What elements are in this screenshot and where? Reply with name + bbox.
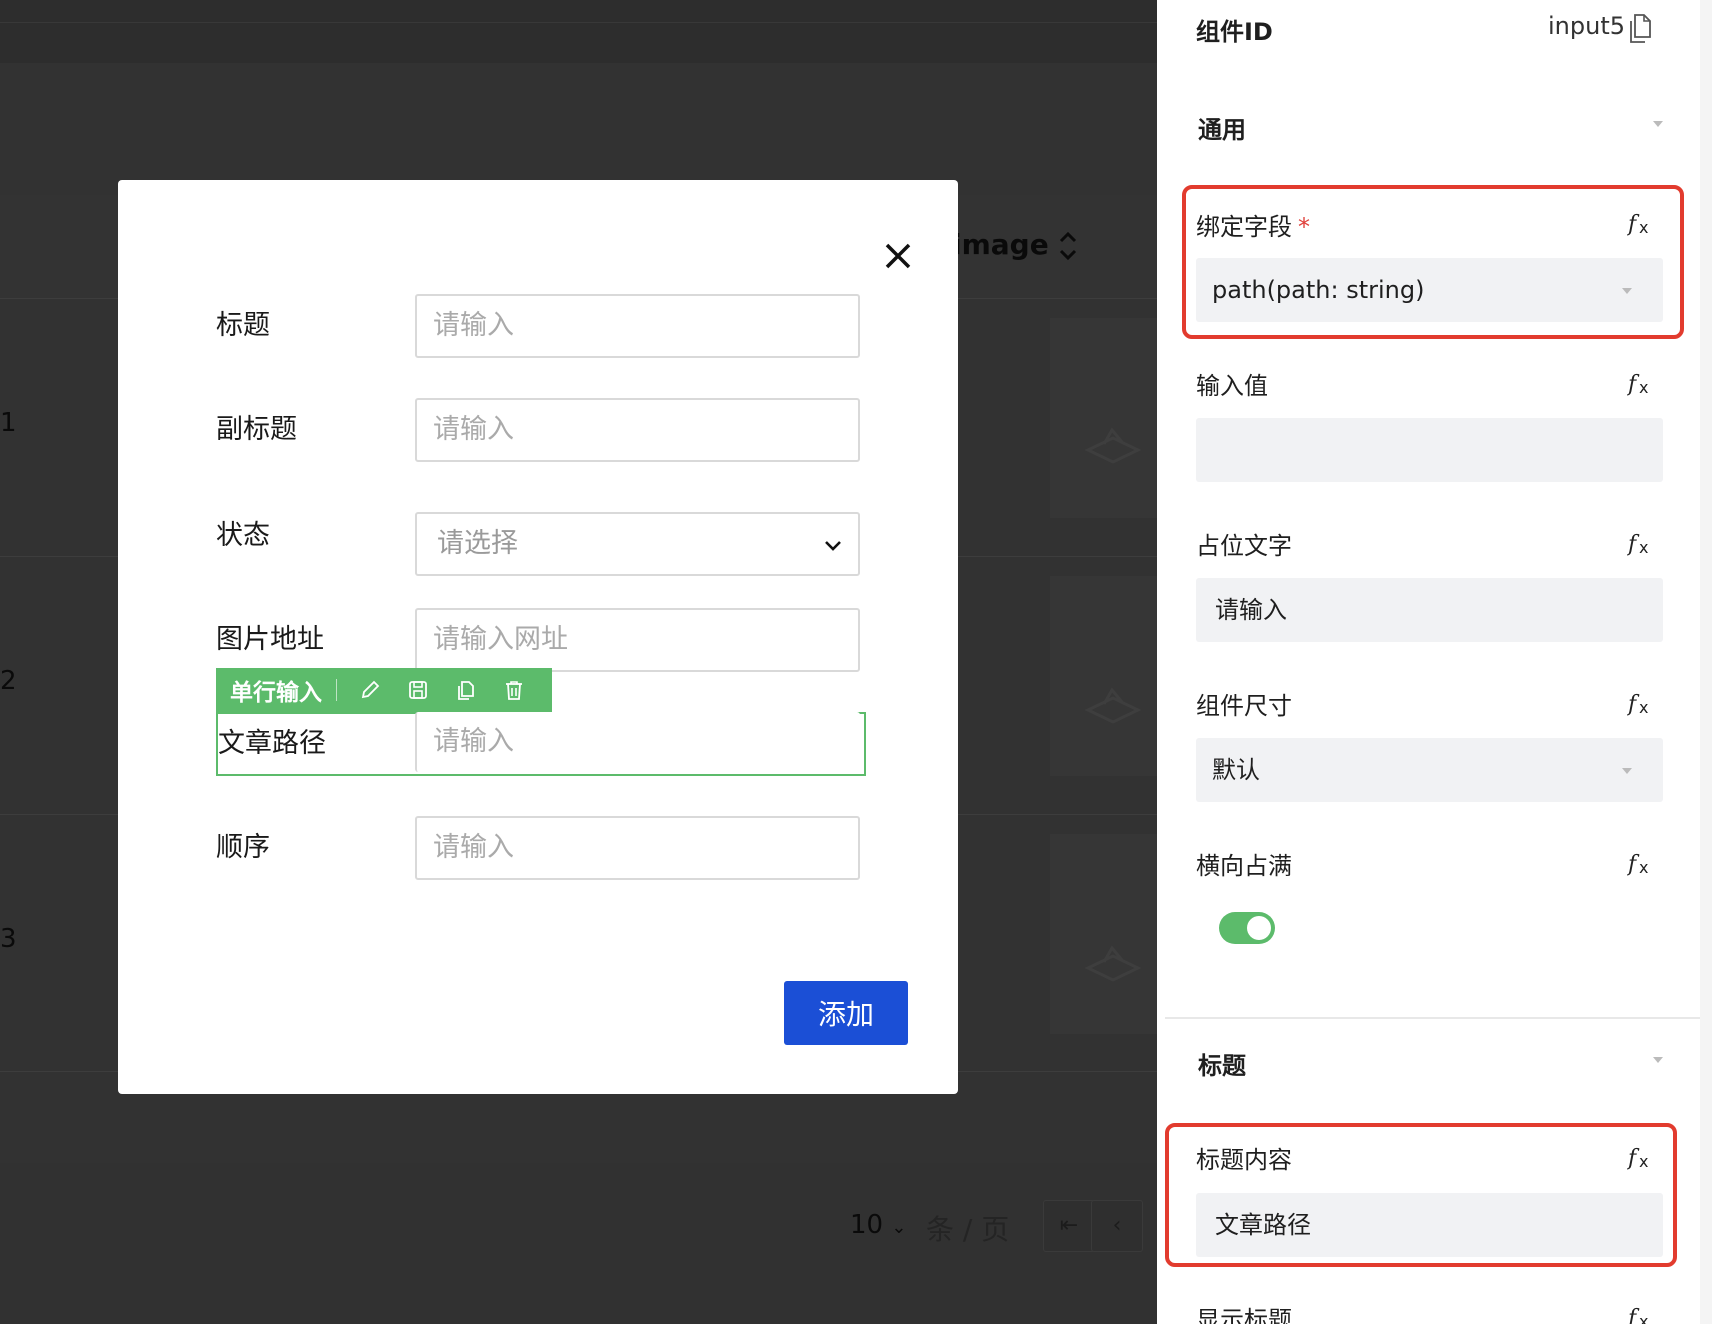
- component-size-select[interactable]: 默认: [1196, 738, 1663, 802]
- form-item-subtitle: 副标题 请输入: [216, 398, 866, 462]
- image-thumbnail: [1050, 318, 1157, 518]
- section-title-title[interactable]: 标题: [1198, 1046, 1246, 1081]
- article-path-input[interactable]: 请输入: [415, 712, 860, 772]
- input-value-label: 输入值: [1196, 372, 1268, 400]
- component-size-value: 默认: [1212, 756, 1260, 784]
- status-select[interactable]: 请选择: [415, 512, 860, 576]
- image-url-input[interactable]: 请输入网址: [415, 608, 860, 672]
- sort-icon[interactable]: [1056, 228, 1080, 264]
- status-select-placeholder: 请选择: [437, 528, 518, 559]
- toggle-knob: [1247, 916, 1271, 940]
- svg-text:x: x: [1639, 538, 1648, 557]
- page-size-unit: 条 / 页: [926, 1213, 1010, 1246]
- form-label: 顺序: [216, 832, 270, 863]
- image-placeholder-icon: [1084, 687, 1142, 724]
- fill-horizontal-toggle[interactable]: [1219, 912, 1275, 944]
- section-general-title[interactable]: 通用: [1198, 110, 1246, 145]
- image-thumbnail: [1050, 576, 1157, 776]
- chevron-down-icon: [825, 541, 841, 551]
- fx-icon[interactable]: fx: [1627, 369, 1661, 399]
- first-page-icon[interactable]: ⇤: [1043, 1200, 1095, 1252]
- form-item-title: 标题 请输入: [216, 294, 866, 358]
- row-number: 1: [0, 408, 17, 438]
- component-id-value: input5: [1548, 12, 1626, 40]
- subtitle-input[interactable]: 请输入: [415, 398, 860, 462]
- caret-down-icon[interactable]: [1651, 1055, 1665, 1065]
- caret-down-icon: [1622, 768, 1632, 774]
- form-item-status: 状态 请选择: [216, 512, 866, 576]
- svg-text:x: x: [1639, 858, 1648, 877]
- edit-icon[interactable]: [355, 675, 385, 705]
- image-placeholder-icon: [1084, 945, 1142, 982]
- fx-icon[interactable]: fx: [1627, 529, 1661, 559]
- svg-text:x: x: [1639, 378, 1648, 397]
- form-item-article-path[interactable]: 文章路径 请输入: [216, 712, 866, 776]
- component-type-label: 单行输入: [230, 680, 322, 706]
- form-label: 文章路径: [218, 728, 326, 759]
- placeholder-text-label: 占位文字: [1196, 532, 1292, 560]
- copy-icon[interactable]: [1628, 12, 1654, 44]
- row-number: 3: [0, 924, 17, 954]
- prev-page-icon[interactable]: ‹: [1091, 1200, 1143, 1252]
- add-article-modal: 标题 请输入 副标题 请输入 状态 请选择 图片地址 请输入网址 单行输入 文章…: [118, 180, 958, 1094]
- highlight-title-content: [1165, 1123, 1677, 1267]
- component-id-label: 组件ID: [1196, 18, 1273, 46]
- title-input[interactable]: 请输入: [415, 294, 860, 358]
- placeholder-text-field[interactable]: 请输入: [1196, 578, 1663, 642]
- caret-down-icon[interactable]: [1651, 119, 1665, 129]
- component-toolbar: 单行输入: [216, 668, 552, 712]
- section-divider: [1165, 1017, 1700, 1019]
- add-button[interactable]: 添加: [784, 981, 908, 1045]
- form-item-image-url: 图片地址 请输入网址: [216, 608, 866, 672]
- row-number: 2: [0, 666, 17, 696]
- form-label: 图片地址: [216, 624, 324, 655]
- form-label: 副标题: [216, 414, 297, 445]
- image-placeholder-icon: [1084, 427, 1142, 464]
- form-label: 标题: [216, 310, 270, 341]
- show-title-label: 显示标题: [1196, 1306, 1292, 1324]
- highlight-bind-field: [1182, 185, 1684, 339]
- close-icon[interactable]: [882, 240, 914, 272]
- form-item-order: 顺序 请输入: [216, 816, 866, 880]
- image-column-header[interactable]: image: [952, 228, 1049, 261]
- component-size-label: 组件尺寸: [1196, 692, 1292, 720]
- panel-scrollbar[interactable]: [1700, 0, 1712, 1324]
- copy-icon[interactable]: [451, 675, 481, 705]
- fx-icon[interactable]: fx: [1627, 1303, 1661, 1324]
- input-value-field[interactable]: [1196, 418, 1663, 482]
- image-thumbnail: [1050, 834, 1157, 1034]
- save-icon[interactable]: [403, 675, 433, 705]
- background-header-bar: [0, 0, 1157, 63]
- page-size-select[interactable]: 10 ⌄: [850, 1210, 906, 1240]
- fill-horizontal-label: 横向占满: [1196, 852, 1292, 880]
- svg-text:x: x: [1639, 1312, 1648, 1324]
- fx-icon[interactable]: fx: [1627, 689, 1661, 719]
- order-input[interactable]: 请输入: [415, 816, 860, 880]
- delete-icon[interactable]: [499, 675, 529, 705]
- fx-icon[interactable]: fx: [1627, 849, 1661, 879]
- svg-text:x: x: [1639, 698, 1648, 717]
- toolbar-divider: [336, 679, 337, 701]
- form-label: 状态: [216, 520, 270, 551]
